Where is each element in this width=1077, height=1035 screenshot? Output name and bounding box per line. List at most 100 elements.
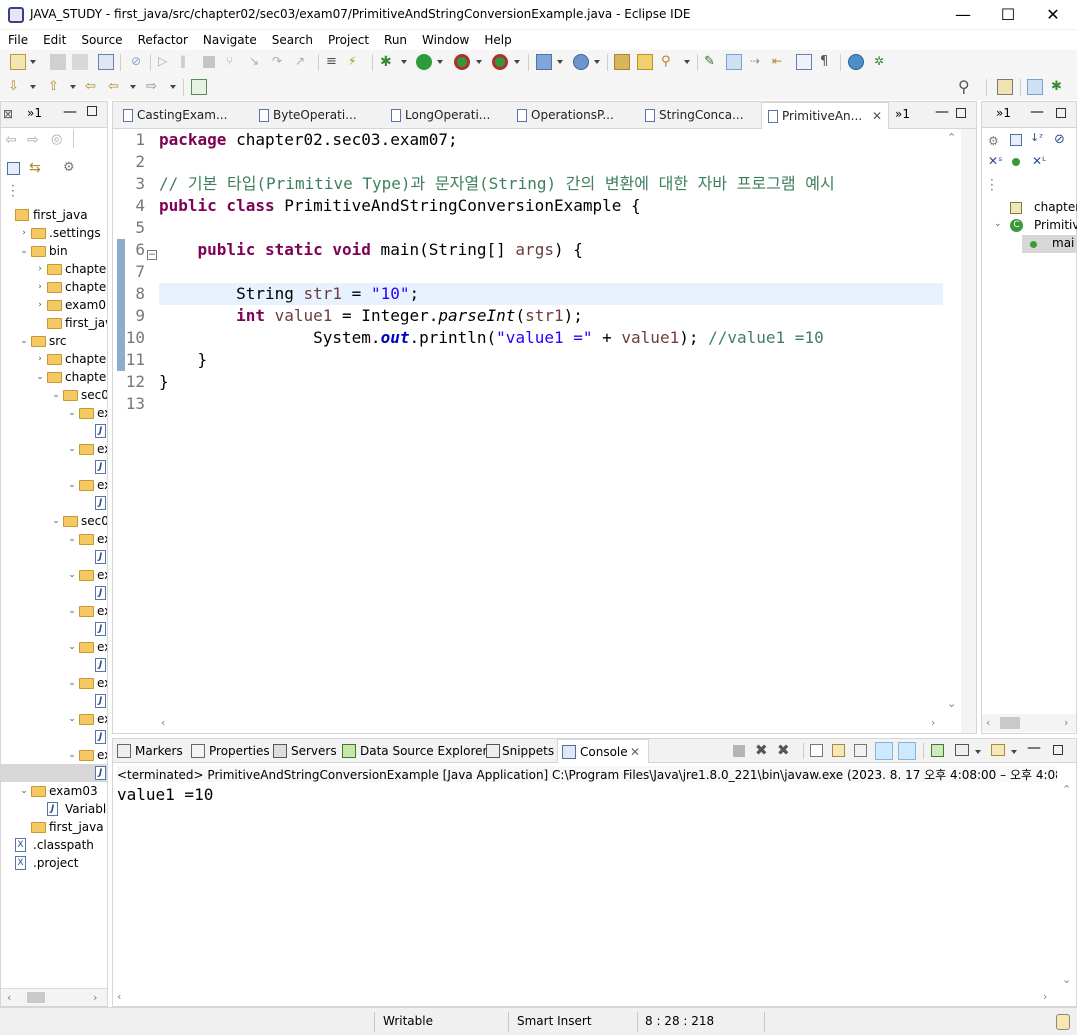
outline-collapse-icon[interactable]: ⚙: [988, 134, 999, 148]
last-edit-location-icon[interactable]: ⇦: [85, 79, 101, 95]
tree-item[interactable]: JL: [1, 656, 107, 674]
new-icon[interactable]: [10, 54, 26, 70]
show-stdout-icon[interactable]: [875, 742, 893, 760]
editor-hscrollbar[interactable]: ‹ ›: [159, 714, 943, 732]
collapse-icon[interactable]: ⌄: [67, 404, 77, 422]
expand-icon[interactable]: ›: [35, 350, 45, 368]
menu-project[interactable]: Project: [320, 30, 376, 47]
debug-icon[interactable]: ✱: [380, 54, 396, 70]
tab-properties[interactable]: Properties: [191, 739, 270, 763]
clear-console-icon[interactable]: [810, 744, 823, 757]
collapse-icon[interactable]: ⌄: [51, 386, 61, 404]
explorer-hscroll-thumb[interactable]: [27, 992, 45, 1003]
view-menu-dots-icon[interactable]: · · ·: [11, 180, 15, 202]
forward-icon[interactable]: ⇨: [146, 79, 162, 95]
editor-tab[interactable]: LongOperati...: [385, 102, 503, 129]
editor-tab[interactable]: ByteOperati...: [253, 102, 377, 129]
save-icon[interactable]: [50, 54, 66, 70]
editor-tab[interactable]: PrimitiveAn... ✕: [761, 102, 889, 129]
highlight-icon[interactable]: [726, 54, 742, 70]
expand-icon[interactable]: ›: [35, 278, 45, 296]
tree-item[interactable]: › chapter01: [1, 350, 107, 368]
collapse-icon[interactable]: ⌄: [67, 746, 77, 764]
collapse-icon[interactable]: ⌄: [35, 368, 45, 386]
tree-item[interactable]: ⌄ exar: [1, 440, 107, 458]
outline-class-twisty[interactable]: ⌄: [994, 219, 1002, 229]
tree-item[interactable]: › exam03: [1, 296, 107, 314]
toggle-mark-icon[interactable]: ≡: [326, 54, 342, 70]
collapse-icon[interactable]: ⌄: [67, 440, 77, 458]
outline-class-label[interactable]: Primitiv: [1034, 218, 1077, 232]
explorer-tab-icon[interactable]: ⊠: [3, 107, 13, 121]
expand-icon[interactable]: ›: [19, 224, 29, 242]
tree-item[interactable]: JC: [1, 584, 107, 602]
maximize-view-icon[interactable]: [87, 106, 97, 116]
tab-servers[interactable]: Servers: [273, 739, 337, 763]
tab-markers[interactable]: Markers: [117, 739, 183, 763]
collapse-icon[interactable]: ⌄: [67, 674, 77, 692]
scroll-lock-icon[interactable]: [832, 744, 845, 757]
show-whitespace-icon[interactable]: ⇢: [750, 54, 766, 70]
next-annotation-icon[interactable]: ⇩: [8, 79, 24, 95]
tree-item[interactable]: ⌄ exar: [1, 710, 107, 728]
tree-item[interactable]: ⌄ exar: [1, 404, 107, 422]
tree-item[interactable]: ⌄ exar: [1, 746, 107, 764]
open-console-icon[interactable]: [991, 744, 1005, 756]
collapse-icon[interactable]: ⌄: [19, 332, 29, 350]
editor-vscrollbar[interactable]: ⌃ ⌄: [943, 129, 961, 714]
menu-refactor[interactable]: Refactor: [130, 30, 195, 47]
tree-item[interactable]: ⌄ exar: [1, 530, 107, 548]
new-java-class-icon[interactable]: [573, 54, 589, 70]
close-console-tab-icon[interactable]: ✕: [630, 740, 640, 764]
globe-icon[interactable]: [848, 54, 864, 70]
collapse-icon[interactable]: ⌄: [67, 602, 77, 620]
tree-item[interactable]: JC: [1, 692, 107, 710]
outline-hscrollbar[interactable]: ‹ ›: [982, 714, 1076, 732]
link-with-editor-icon[interactable]: ⇆: [29, 160, 41, 176]
tab-snippets[interactable]: Snippets: [486, 739, 554, 763]
tree-item[interactable]: JP: [1, 548, 107, 566]
maximize-button[interactable]: ☐: [985, 0, 1031, 30]
bug-icon[interactable]: ✲: [874, 54, 890, 70]
menu-run[interactable]: Run: [376, 30, 414, 47]
tree-item[interactable]: ⌄ sec03: [1, 512, 107, 530]
tree-item[interactable]: JP: [1, 764, 107, 782]
tab-console[interactable]: Console ✕: [557, 739, 649, 763]
console-hscrollbar[interactable]: ‹ ›: [113, 989, 1057, 1006]
console-output[interactable]: value1 =10: [117, 785, 213, 804]
tree-item[interactable]: ⌄ exar: [1, 476, 107, 494]
explorer-hscrollbar[interactable]: ‹ ›: [1, 988, 107, 1006]
menu-help[interactable]: Help: [476, 30, 518, 47]
tree-item[interactable]: ⌄ exam03: [1, 782, 107, 800]
collapse-icon[interactable]: ⌄: [67, 638, 77, 656]
tree-item[interactable]: › .settings: [1, 224, 107, 242]
terminate-icon[interactable]: [203, 56, 215, 68]
word-wrap-icon[interactable]: [854, 744, 867, 757]
pin-console-icon[interactable]: [931, 744, 944, 757]
editor-minimize-icon[interactable]: —: [935, 104, 949, 120]
java-perspective-icon[interactable]: [1027, 79, 1043, 95]
tree-item[interactable]: ⌄ exar: [1, 566, 107, 584]
tree-item[interactable]: JV: [1, 458, 107, 476]
tree-item[interactable]: first_java: [1, 818, 107, 836]
run-icon[interactable]: [416, 54, 432, 70]
external-tools-icon[interactable]: [492, 54, 508, 70]
code-area[interactable]: 1 2 3 4 5 6 7 8 9 10 11 12 13 − package chapter02.se…: [113, 129, 943, 714]
collapse-icon[interactable]: ⌄: [19, 782, 29, 800]
outline-method-label[interactable]: mai: [1052, 236, 1074, 250]
menu-source[interactable]: Source: [73, 30, 129, 47]
editor-tab[interactable]: CastingExam...: [117, 102, 245, 129]
expand-icon[interactable]: ›: [35, 296, 45, 314]
new-java-project-icon[interactable]: [536, 54, 552, 70]
outline-overflow[interactable]: »1: [996, 106, 1011, 120]
annotation-icon[interactable]: ✎: [704, 54, 720, 70]
tree-item[interactable]: first_java: [1, 206, 107, 224]
menu-search[interactable]: Search: [264, 30, 320, 47]
tree-item[interactable]: ⌄ exar: [1, 674, 107, 692]
new-dropdown-icon[interactable]: [30, 60, 36, 64]
close-tab-icon[interactable]: ✕: [872, 103, 882, 130]
remove-launch-icon[interactable]: ✖: [755, 741, 768, 759]
editor-maximize-icon[interactable]: [956, 108, 966, 118]
sort-icon[interactable]: ↓ᶻ: [1030, 131, 1043, 144]
suspend-icon[interactable]: ‖: [180, 54, 196, 70]
